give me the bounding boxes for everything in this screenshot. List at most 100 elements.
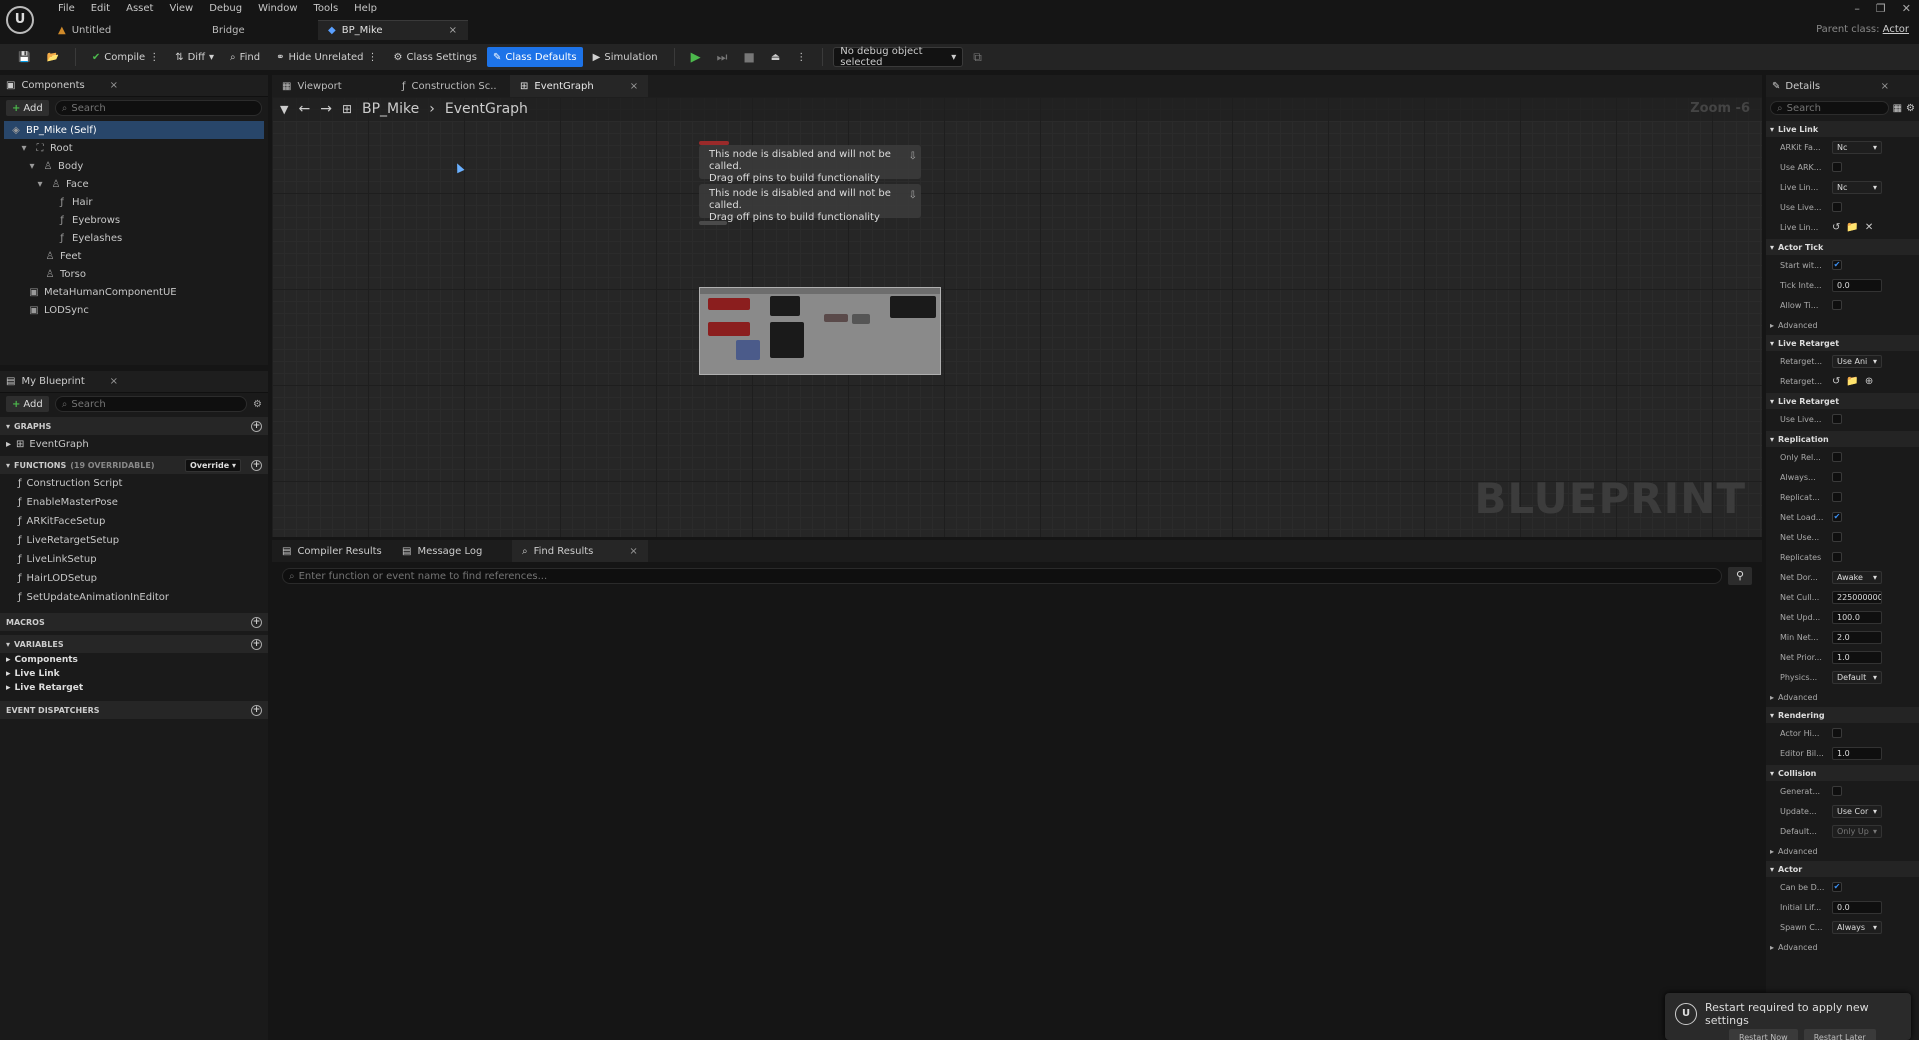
- close-icon[interactable]: ×: [110, 80, 118, 91]
- category-actor-tick[interactable]: ▾ Actor Tick: [1766, 239, 1919, 255]
- tab-compiler-results[interactable]: ▤ Compiler Results: [272, 540, 392, 562]
- menu-asset[interactable]: Asset: [118, 2, 161, 16]
- function-item[interactable]: ƒ EnableMasterPose: [0, 493, 268, 512]
- node-options-icon[interactable]: ⇩: [909, 190, 917, 202]
- prop-checkbox[interactable]: [1832, 452, 1842, 462]
- variable-category[interactable]: ▸ Components: [0, 653, 268, 667]
- prop-dropdown[interactable]: Always ▾: [1832, 920, 1882, 934]
- category-advanced[interactable]: ▸ Advanced: [1766, 317, 1919, 333]
- disabled-node[interactable]: This node is disabled and will not be ca…: [699, 184, 921, 223]
- close-window-icon[interactable]: ✕: [1902, 2, 1911, 15]
- prop-number-field[interactable]: 0.0: [1832, 278, 1882, 292]
- clear-icon[interactable]: ✕: [1865, 222, 1873, 233]
- prop-number-field[interactable]: 0.0: [1832, 900, 1882, 914]
- diff-button[interactable]: ⇅ Diff ▾: [169, 47, 220, 67]
- close-icon[interactable]: ×: [449, 25, 457, 36]
- prop-dropdown[interactable]: Use Ani ▾: [1832, 354, 1882, 368]
- add-macro-icon[interactable]: +: [251, 616, 262, 628]
- save-icon[interactable]: 💾: [12, 47, 36, 67]
- step-icon[interactable]: ⏭: [711, 47, 734, 67]
- prop-checkbox[interactable]: [1832, 162, 1842, 172]
- back-arrow-icon[interactable]: ←: [298, 101, 310, 117]
- my-blueprint-search-input[interactable]: [71, 398, 241, 410]
- menu-window[interactable]: Window: [250, 2, 305, 16]
- override-dropdown[interactable]: Override ▾: [184, 458, 241, 472]
- doc-tab-untitled[interactable]: ▲ Untitled: [48, 20, 188, 40]
- prop-checkbox[interactable]: [1832, 786, 1842, 796]
- tab-viewport[interactable]: ▦ Viewport: [272, 75, 392, 97]
- function-item[interactable]: ƒ ARKitFaceSetup: [0, 512, 268, 531]
- menu-edit[interactable]: Edit: [83, 2, 118, 16]
- category-advanced[interactable]: ▸ Advanced: [1766, 843, 1919, 859]
- add-variable-icon[interactable]: +: [251, 638, 262, 650]
- details-search-input[interactable]: [1786, 102, 1882, 114]
- prop-checkbox-checked[interactable]: ✔: [1832, 512, 1842, 522]
- prop-dropdown[interactable]: Nc ▾: [1832, 180, 1882, 194]
- menu-view[interactable]: View: [161, 2, 201, 16]
- collapse-arrow-icon[interactable]: ▾: [26, 161, 38, 172]
- function-item[interactable]: ƒ Construction Script: [0, 474, 268, 493]
- prop-checkbox[interactable]: [1832, 492, 1842, 502]
- bookmark-icon[interactable]: ▼: [280, 103, 288, 116]
- restore-icon[interactable]: ❐: [1876, 2, 1886, 15]
- find-results-search[interactable]: ⌕: [282, 568, 1722, 584]
- stop-icon[interactable]: ■: [737, 47, 760, 67]
- category-live-retarget-2[interactable]: ▾ Live Retarget: [1766, 393, 1919, 409]
- eject-icon[interactable]: ⏏: [765, 47, 786, 67]
- function-item[interactable]: ƒ LiveLinkSetup: [0, 550, 268, 569]
- menu-help[interactable]: Help: [346, 2, 385, 16]
- prop-checkbox[interactable]: [1832, 202, 1842, 212]
- add-icon[interactable]: ⊕: [1865, 376, 1873, 387]
- category-rendering[interactable]: ▾ Rendering: [1766, 707, 1919, 723]
- restart-now-button[interactable]: Restart Now: [1729, 1029, 1798, 1040]
- add-dispatcher-icon[interactable]: +: [251, 704, 262, 716]
- browse-icon[interactable]: 📁: [1846, 222, 1858, 233]
- prop-number-field[interactable]: 2.0: [1832, 630, 1882, 644]
- tree-item-hair[interactable]: ƒ Hair: [4, 193, 264, 211]
- function-item[interactable]: ƒ HairLODSetup: [0, 569, 268, 588]
- close-icon[interactable]: ×: [630, 81, 638, 92]
- reset-icon[interactable]: ↺: [1832, 376, 1840, 387]
- find-in-all-blueprints-icon[interactable]: ⚲: [1728, 567, 1752, 585]
- browse-icon[interactable]: 📁: [1846, 376, 1858, 387]
- close-icon[interactable]: ×: [629, 546, 637, 557]
- doc-tab-bridge[interactable]: Bridge: [188, 20, 318, 40]
- tree-item-body[interactable]: ▾ ♙ Body: [4, 157, 264, 175]
- table-view-icon[interactable]: ▦: [1893, 103, 1902, 114]
- category-advanced[interactable]: ▸ Advanced: [1766, 689, 1919, 705]
- menu-file[interactable]: File: [50, 2, 83, 16]
- add-component-button[interactable]: + Add: [6, 100, 49, 116]
- category-replication[interactable]: ▾ Replication: [1766, 431, 1919, 447]
- doc-tab-bp-mike[interactable]: ◆ BP_Mike ×: [318, 20, 468, 40]
- tree-item-eyelashes[interactable]: ƒ Eyelashes: [4, 229, 264, 247]
- disabled-node[interactable]: This node is disabled and will not be ca…: [699, 145, 921, 184]
- variable-category[interactable]: ▸ Live Retarget: [0, 681, 268, 695]
- add-function-icon[interactable]: +: [251, 459, 262, 471]
- tab-find-results[interactable]: ⌕ Find Results ×: [512, 540, 648, 562]
- prop-checkbox-checked[interactable]: ✔: [1832, 260, 1842, 270]
- node-options-icon[interactable]: ⇩: [909, 151, 917, 163]
- prop-number-field[interactable]: 100.0: [1832, 610, 1882, 624]
- prop-checkbox[interactable]: [1832, 728, 1842, 738]
- category-actor[interactable]: ▾ Actor: [1766, 861, 1919, 877]
- event-graph-canvas[interactable]: ▼ ← → ⊞ BP_Mike › EventGraph Zoom -6 Thi…: [272, 97, 1762, 537]
- find-button[interactable]: ⌕ Find: [224, 47, 266, 67]
- details-search[interactable]: ⌕: [1770, 101, 1889, 115]
- prop-number-field[interactable]: 1.0: [1832, 650, 1882, 664]
- category-live-retarget[interactable]: ▾ Live Retarget: [1766, 335, 1919, 351]
- gear-icon[interactable]: ⚙: [253, 399, 262, 410]
- play-icon[interactable]: ▶: [685, 47, 707, 67]
- class-settings-button[interactable]: ⚙ Class Settings: [388, 47, 483, 67]
- prop-number-field[interactable]: 1.0: [1832, 746, 1882, 760]
- graph-item-eventgraph[interactable]: ▸ ⊞ EventGraph: [0, 435, 268, 454]
- more-icon[interactable]: ⋮: [149, 52, 159, 63]
- minimize-icon[interactable]: –: [1854, 2, 1860, 15]
- prop-number-field[interactable]: 225000000: [1832, 590, 1882, 604]
- gear-icon[interactable]: ⚙: [1906, 103, 1915, 114]
- tree-item-self[interactable]: ◈ BP_Mike (Self): [4, 121, 264, 139]
- functions-section[interactable]: ▾ FUNCTIONS (19 OVERRIDABLE) Override ▾ +: [0, 456, 268, 474]
- reset-icon[interactable]: ↺: [1832, 222, 1840, 233]
- simulation-button[interactable]: ▶ Simulation: [587, 47, 664, 67]
- compile-button[interactable]: ✔ Compile ⋮: [86, 47, 165, 67]
- prop-checkbox[interactable]: [1832, 472, 1842, 482]
